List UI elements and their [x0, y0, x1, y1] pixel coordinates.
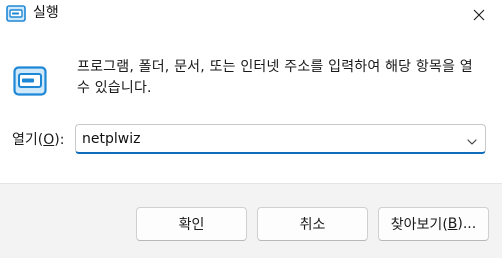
chevron-down-icon[interactable] — [466, 133, 478, 145]
cancel-button[interactable]: 취소 — [257, 207, 368, 241]
close-icon — [473, 9, 485, 21]
run-app-icon — [6, 5, 26, 22]
open-label: 열기(O): — [12, 132, 65, 148]
run-icon — [13, 66, 47, 96]
browse-button[interactable]: 찾아보기(B)... — [378, 207, 489, 241]
title-bar: 실행 — [0, 0, 502, 30]
ok-button[interactable]: 확인 — [136, 207, 247, 241]
window-title: 실행 — [33, 5, 59, 21]
open-combobox[interactable]: netplwiz — [75, 124, 486, 154]
description-text: 프로그램, 폴더, 문서, 또는 인터넷 주소를 입력하여 해당 항목을 열 수… — [77, 59, 473, 96]
run-dialog: 실행 프로그램, 폴더, 문서, 또는 인터넷 주소를 입력하여 해당 항목을 … — [0, 0, 502, 258]
close-button[interactable] — [456, 0, 502, 30]
open-input[interactable]: netplwiz — [82, 129, 140, 149]
